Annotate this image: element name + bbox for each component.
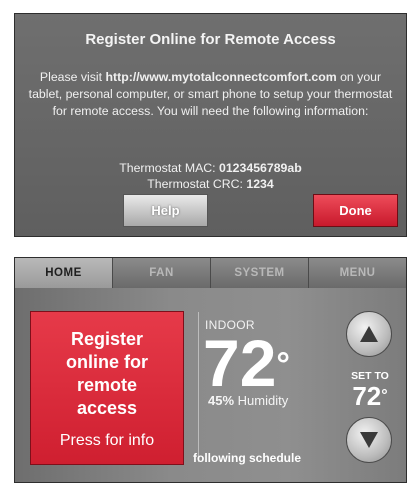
crc-row: Thermostat CRC: 1234 [15, 176, 406, 192]
done-button[interactable]: Done [313, 194, 398, 227]
registration-url: http://www.mytotalconnectcomfort.com [105, 70, 337, 84]
dialog-title: Register Online for Remote Access [85, 31, 336, 48]
temperature-down-button[interactable] [346, 417, 392, 463]
indoor-degree-symbol: ° [276, 346, 291, 384]
schedule-status: following schedule [193, 451, 302, 465]
tab-bar: HOME FAN SYSTEM MENU [15, 258, 406, 288]
indoor-temp-value: 72 [203, 326, 277, 400]
crc-label: Thermostat CRC: [147, 177, 247, 191]
setpoint-degree-symbol: ° [381, 387, 388, 404]
tab-menu[interactable]: MENU [309, 258, 406, 288]
setpoint-value: 72 [352, 381, 382, 411]
register-button-text: Register online for remote access [31, 328, 183, 420]
register-line-3: remote [76, 375, 138, 395]
instructions-text-start: Please visit [39, 70, 106, 84]
register-line-1: Register [70, 329, 144, 349]
humidity-label: Humidity [234, 393, 289, 408]
triangle-down-icon [360, 432, 378, 448]
register-line-4: access [76, 398, 138, 418]
humidity-readout: 45% Humidity [208, 393, 288, 408]
register-dialog-screen: Register Online for Remote Access Please… [14, 13, 407, 237]
humidity-value: 45% [208, 393, 235, 408]
indoor-temperature: 72° [203, 328, 290, 398]
mac-value: 0123456789ab [219, 161, 302, 175]
tab-system[interactable]: SYSTEM [211, 258, 309, 288]
temperature-up-button[interactable] [346, 311, 392, 357]
mac-row: Thermostat MAC: 0123456789ab [15, 160, 406, 176]
register-line-2: online for [66, 352, 148, 372]
home-main-area: Register online for remote access Press … [15, 288, 406, 482]
divider [198, 312, 199, 462]
press-for-info-text: Press for info [59, 432, 155, 449]
tab-home[interactable]: HOME [15, 258, 113, 288]
dialog-instructions: Please visit http://www.mytotalconnectco… [25, 69, 396, 120]
home-screen: HOME FAN SYSTEM MENU Register online for… [14, 257, 407, 483]
register-online-button[interactable]: Register online for remote access Press … [30, 311, 184, 465]
help-button[interactable]: Help [123, 194, 208, 227]
tab-fan[interactable]: FAN [113, 258, 211, 288]
triangle-up-icon [360, 326, 378, 342]
mac-label: Thermostat MAC: [119, 161, 219, 175]
crc-value: 1234 [246, 177, 274, 191]
device-info: Thermostat MAC: 0123456789ab Thermostat … [15, 160, 406, 192]
setpoint-temperature: 72° [340, 381, 400, 411]
